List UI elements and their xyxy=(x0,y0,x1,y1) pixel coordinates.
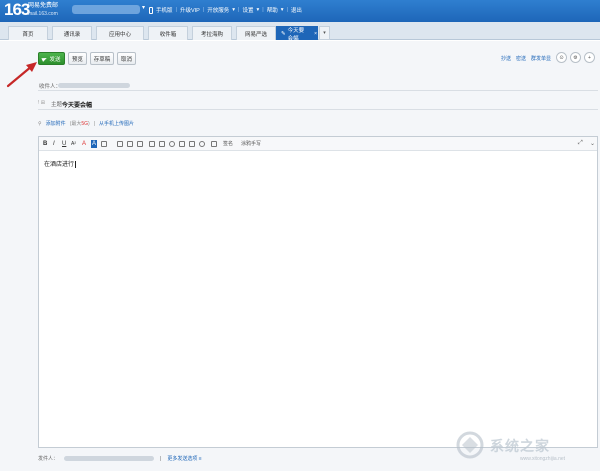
tab-bar: 首页 通讯录 应用中心 收件箱 考拉海购 网易严选 ✎ 今天要会幅 × ▾ xyxy=(0,22,600,42)
attachment-size-limit: (最大5G) xyxy=(69,121,90,127)
table-icon[interactable] xyxy=(189,141,195,147)
font-color-button[interactable]: A xyxy=(82,140,86,148)
bcc-link[interactable]: 密送 xyxy=(516,55,526,62)
tab-yanxuan[interactable]: 网易严选 xyxy=(236,26,276,40)
top-nav: 手机版 | 升级VIP | 开放服务 ▾ | 设置 ▾ | 帮助 ▾ | 退出 xyxy=(149,4,302,16)
highlight-button[interactable]: A xyxy=(91,140,98,148)
gear-icon[interactable]: ⚙ xyxy=(570,52,581,63)
link-icon[interactable] xyxy=(179,141,185,147)
chevron-down-icon[interactable]: ⌄ xyxy=(590,140,595,147)
sender-label: 发件人： xyxy=(38,456,59,462)
recipient-input[interactable] xyxy=(58,83,130,88)
sender-select[interactable] xyxy=(64,456,155,461)
separate-send-link[interactable]: 群发单显 xyxy=(531,55,551,62)
tab-app-center[interactable]: 应用中心 xyxy=(96,26,144,40)
compose-footer: 发件人： | 更多发送选项 ≡ xyxy=(38,455,202,463)
text-cursor xyxy=(75,160,77,168)
close-icon[interactable]: × xyxy=(314,31,317,37)
watermark-url: www.xitongzhijia.net xyxy=(520,456,566,462)
topnav-logout[interactable]: 退出 xyxy=(291,6,302,14)
topnav-mobile[interactable]: 手机版 xyxy=(156,6,173,14)
bold-button[interactable]: B xyxy=(43,140,47,148)
subject-priority-icon[interactable]: ! ⊞ xyxy=(38,100,45,106)
logo[interactable]: 163 xyxy=(4,1,30,19)
expand-icon[interactable]: ⤢ xyxy=(578,140,583,147)
screenshot-icon[interactable] xyxy=(159,141,165,147)
topnav-help[interactable]: 帮助 xyxy=(267,6,278,14)
tab-inbox[interactable]: 收件箱 xyxy=(148,26,188,40)
edit-icon: ✎ xyxy=(281,30,286,37)
preview-button[interactable]: 预览 xyxy=(68,52,87,65)
logo-title: 网易免费邮 xyxy=(28,3,59,9)
editor-body[interactable]: 在酒店进行 xyxy=(44,159,77,168)
paperclip-icon: ⚲ xyxy=(38,120,42,127)
save-draft-button[interactable]: 存草稿 xyxy=(90,52,114,65)
watermark-text: 系统之家 xyxy=(490,438,550,454)
subject-input[interactable]: 今天要会幅 xyxy=(62,100,92,109)
cc-link[interactable]: 抄送 xyxy=(501,55,511,62)
separator: | xyxy=(160,455,162,462)
signature-dropdown[interactable]: 签名 xyxy=(223,140,233,148)
editor-toolbar: B I U A² A A 签名 涂鸦手写 ⤢ ⌄ xyxy=(39,137,597,151)
font-size-button[interactable]: A² xyxy=(71,140,76,148)
emoji-icon[interactable] xyxy=(169,141,175,147)
tab-contacts[interactable]: 通讯录 xyxy=(52,26,92,40)
attachment-row: ⚲ 添加附件 (最大5G) | 从手机上传图片 xyxy=(38,120,134,128)
topnav-open-service[interactable]: 开放服务 xyxy=(207,6,229,14)
account-address-blurred[interactable] xyxy=(72,5,140,14)
tab-home[interactable]: 首页 xyxy=(8,26,48,40)
message-editor[interactable]: B I U A² A A 签名 涂鸦手写 ⤢ ⌄ 在酒店进行 xyxy=(38,136,598,448)
phone-icon xyxy=(149,6,153,14)
list-icon[interactable] xyxy=(127,141,133,147)
body-text: 在酒店进行 xyxy=(44,162,75,168)
template-icon[interactable] xyxy=(211,141,217,147)
subject-row[interactable]: ! ⊞ 主题： 今天要会幅 xyxy=(38,96,598,110)
upload-from-phone-link[interactable]: 从手机上传图片 xyxy=(99,120,134,127)
tab-compose-label: 今天要会幅 xyxy=(287,27,305,42)
tab-dropdown-icon[interactable]: ▾ xyxy=(319,26,330,40)
cancel-button[interactable]: 取消 xyxy=(117,52,136,65)
red-arrow-annotation xyxy=(6,62,37,88)
tab-kaola[interactable]: 考拉海购 xyxy=(192,26,232,40)
add-contact-icon[interactable]: + xyxy=(584,52,595,63)
underline-button[interactable]: U xyxy=(62,140,66,148)
account-caret-icon[interactable]: ▾ xyxy=(142,4,145,11)
chevron-down-icon[interactable]: ▾ xyxy=(281,7,284,13)
image-icon[interactable] xyxy=(149,141,155,147)
separator: | xyxy=(93,120,96,127)
microphone-icon[interactable] xyxy=(199,141,205,147)
strikethrough-icon[interactable] xyxy=(101,141,107,147)
add-attachment-link[interactable]: 添加附件 xyxy=(46,120,66,127)
tab-compose[interactable]: ✎ 今天要会幅 × xyxy=(276,26,318,42)
recipient-options: 抄送 密送 群发单显 xyxy=(501,55,551,62)
topnav-vip[interactable]: 升级VIP xyxy=(180,6,200,14)
topnav-settings[interactable]: 设置 xyxy=(242,6,253,14)
indent-icon[interactable] xyxy=(137,141,143,147)
more-send-options-link[interactable]: 更多发送选项 ≡ xyxy=(167,455,201,462)
italic-button[interactable]: I xyxy=(53,140,55,148)
send-button[interactable]: 发送 xyxy=(38,52,65,65)
handwrite-button[interactable]: 涂鸦手写 xyxy=(241,140,261,148)
contacts-icon[interactable]: ⊙ xyxy=(556,52,567,63)
top-header: 163 网易免费邮 mail.163.com ▾ 手机版 | 升级VIP | 开… xyxy=(0,0,600,22)
chevron-down-icon[interactable]: ▾ xyxy=(257,7,260,13)
recipient-row[interactable]: 收件人： xyxy=(38,76,598,91)
logo-domain: mail.163.com xyxy=(28,11,58,17)
align-left-icon[interactable] xyxy=(117,141,123,147)
send-icon xyxy=(41,55,49,62)
chevron-down-icon[interactable]: ▾ xyxy=(232,7,235,13)
